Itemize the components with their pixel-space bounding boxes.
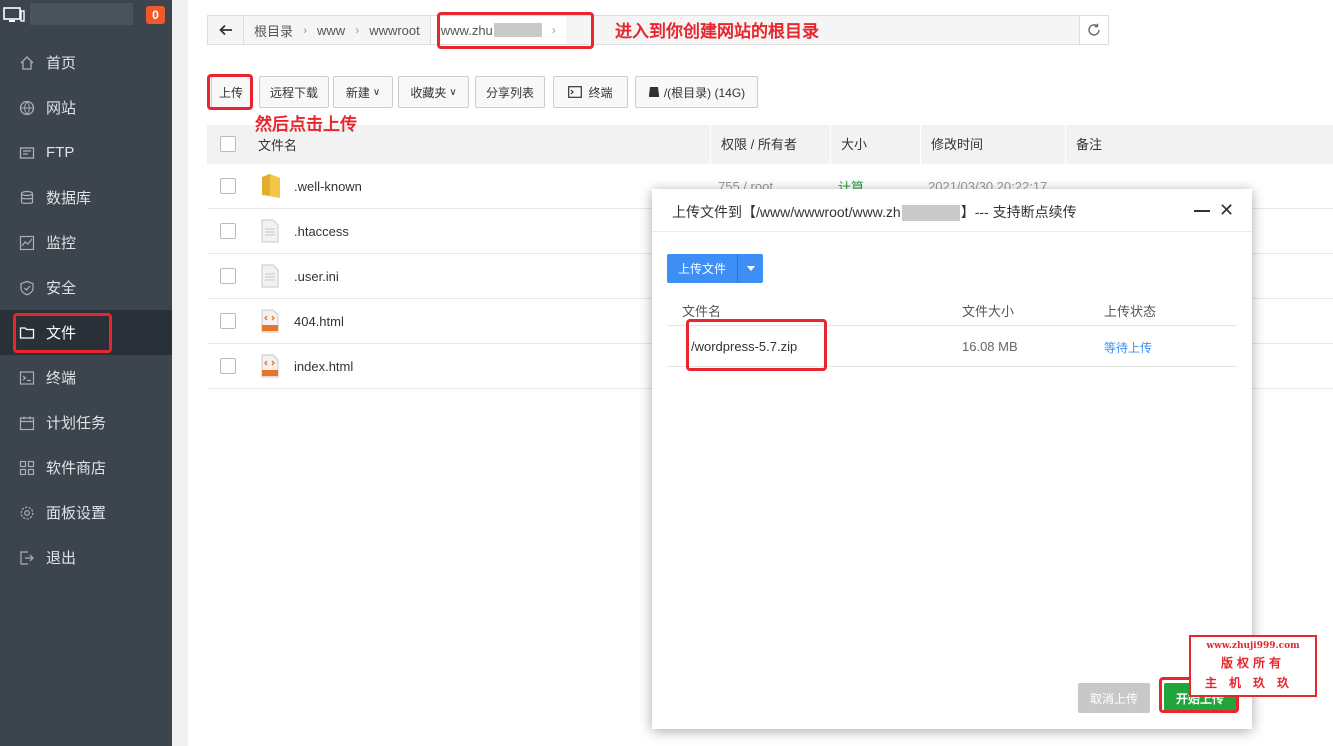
row-checkbox[interactable] (220, 223, 236, 239)
highlight-upload-file (686, 319, 827, 371)
file-icon (261, 219, 279, 243)
remote-download-button[interactable]: 远程下载 (259, 76, 329, 108)
minimize-button[interactable] (1194, 210, 1210, 212)
monitor-icon (3, 7, 25, 22)
row-checkbox[interactable] (220, 313, 236, 329)
logout-icon (19, 550, 35, 566)
refresh-icon (1088, 23, 1100, 36)
highlight-current-dir (437, 12, 594, 49)
col-filesize: 文件大小 (962, 304, 1015, 319)
dialog-titlebar: 上传文件到【/www/wwwroot/www.zh 】--- 支持断点续传 ✕ (652, 189, 1252, 232)
cancel-upload-button[interactable]: 取消上传 (1078, 683, 1150, 713)
sidebar-item-label: 计划任务 (46, 415, 107, 432)
sidebar-item-terminal[interactable]: 终端 (0, 355, 172, 400)
table-header: 文件名 权限 / 所有者 大小 修改时间 备注 (207, 125, 1333, 164)
notification-badge[interactable]: 0 (146, 6, 165, 24)
watermark-stamp: www.zhuji999.com 版权所有 主机玖玖 (1189, 635, 1317, 697)
sidebar-item-label: FTP (46, 144, 75, 161)
chevron-down-icon: ∨ (449, 86, 457, 98)
home-icon (19, 55, 35, 71)
sidebar-header: 0 (0, 0, 172, 30)
sidebar-item-website[interactable]: 网站 (0, 85, 172, 130)
folder-icon (262, 174, 280, 198)
annotation-click-upload: 然后点击上传 (255, 115, 357, 135)
annotation-enter-dir: 进入到你创建网站的根目录 (615, 22, 819, 42)
col-perm[interactable]: 权限 / 所有者 (710, 125, 797, 164)
sidebar-item-home[interactable]: 首页 (0, 40, 172, 85)
terminal-button[interactable]: 终端 (553, 76, 628, 108)
share-list-button[interactable]: 分享列表 (475, 76, 545, 108)
sidebar-item-label: 监控 (46, 235, 77, 252)
ftp-icon (19, 145, 35, 161)
highlight-files-nav (13, 313, 112, 353)
sidebar-item-settings[interactable]: 面板设置 (0, 490, 172, 535)
terminal-icon (568, 86, 583, 98)
redacted-block (901, 205, 960, 222)
sidebar-item-label: 软件商店 (46, 460, 107, 477)
disk-icon (648, 87, 659, 97)
sidebar-item-monitor[interactable]: 监控 (0, 220, 172, 265)
row-checkbox[interactable] (220, 268, 236, 284)
upload-files-button[interactable]: 上传文件 (667, 254, 763, 283)
favorites-dropdown[interactable]: 收藏夹 ∨ (398, 76, 469, 108)
dialog-title: 上传文件到【/www/wwwroot/www.zh 】--- 支持断点续传 (672, 204, 1077, 222)
sidebar-item-label: 安全 (46, 280, 77, 297)
html-file-icon (261, 354, 279, 378)
upload-status: 等待上传 (1104, 341, 1153, 355)
col-filename: 文件名 (682, 304, 722, 319)
breadcrumb-item[interactable]: 根目录 (244, 16, 303, 44)
sidebar-item-label: 终端 (46, 370, 77, 387)
sidebar-item-store[interactable]: 软件商店 (0, 445, 172, 490)
close-button[interactable]: ✕ (1219, 201, 1234, 219)
refresh-button[interactable] (1079, 16, 1108, 44)
select-all-checkbox[interactable] (220, 136, 236, 152)
col-mtime[interactable]: 修改时间 (920, 125, 983, 164)
sidebar-item-label: 数据库 (46, 190, 92, 207)
gear-icon (19, 505, 35, 521)
col-note[interactable]: 备注 (1065, 125, 1102, 164)
sidebar-item-logout[interactable]: 退出 (0, 535, 172, 580)
html-file-icon (261, 309, 279, 333)
file-name[interactable]: .htaccess (294, 224, 349, 239)
file-name[interactable]: 404.html (294, 314, 344, 329)
disk-button[interactable]: /(根目录) (14G) (635, 76, 758, 108)
sidebar-item-label: 首页 (46, 55, 77, 72)
back-button[interactable] (208, 16, 244, 44)
new-dropdown[interactable]: 新建 ∨ (333, 76, 393, 108)
arrow-left-icon (218, 24, 232, 36)
calendar-icon (19, 415, 35, 431)
file-name[interactable]: index.html (294, 359, 353, 374)
sidebar: 0 首页 网站 FTP 数据库 监控 安全 文件 终端 计划任务 软件商店 面板… (0, 0, 172, 746)
sidebar-item-security[interactable]: 安全 (0, 265, 172, 310)
monitor-icon (19, 235, 35, 251)
sidebar-item-ftp[interactable]: FTP (0, 130, 172, 175)
upload-file-size: 16.08 MB (962, 339, 1018, 354)
file-name[interactable]: .well-known (294, 179, 362, 194)
sidebar-item-cron[interactable]: 计划任务 (0, 400, 172, 445)
sidebar-item-label: 面板设置 (46, 505, 107, 522)
row-checkbox[interactable] (220, 178, 236, 194)
col-status: 上传状态 (1104, 304, 1157, 319)
col-size[interactable]: 大小 (830, 125, 867, 164)
sidebar-item-database[interactable]: 数据库 (0, 175, 172, 220)
col-name[interactable]: 文件名 (258, 135, 297, 154)
sidebar-item-label: 网站 (46, 100, 77, 117)
database-icon (19, 190, 35, 206)
breadcrumb-item[interactable]: wwwroot (359, 16, 430, 44)
globe-icon (19, 100, 35, 116)
server-name (30, 3, 133, 25)
row-checkbox[interactable] (220, 358, 236, 374)
caret-down-icon[interactable] (737, 254, 763, 283)
file-name[interactable]: .user.ini (294, 269, 339, 284)
apps-icon (19, 460, 35, 476)
shield-icon (19, 280, 35, 296)
upload-dialog: 上传文件到【/www/wwwroot/www.zh 】--- 支持断点续传 ✕ 上… (652, 189, 1252, 729)
sidebar-item-label: 退出 (46, 550, 77, 567)
terminal-icon (19, 370, 35, 386)
breadcrumb-item[interactable]: www (307, 16, 355, 44)
file-icon (261, 264, 279, 288)
highlight-upload-button (207, 74, 253, 110)
chevron-down-icon: ∨ (372, 86, 381, 98)
